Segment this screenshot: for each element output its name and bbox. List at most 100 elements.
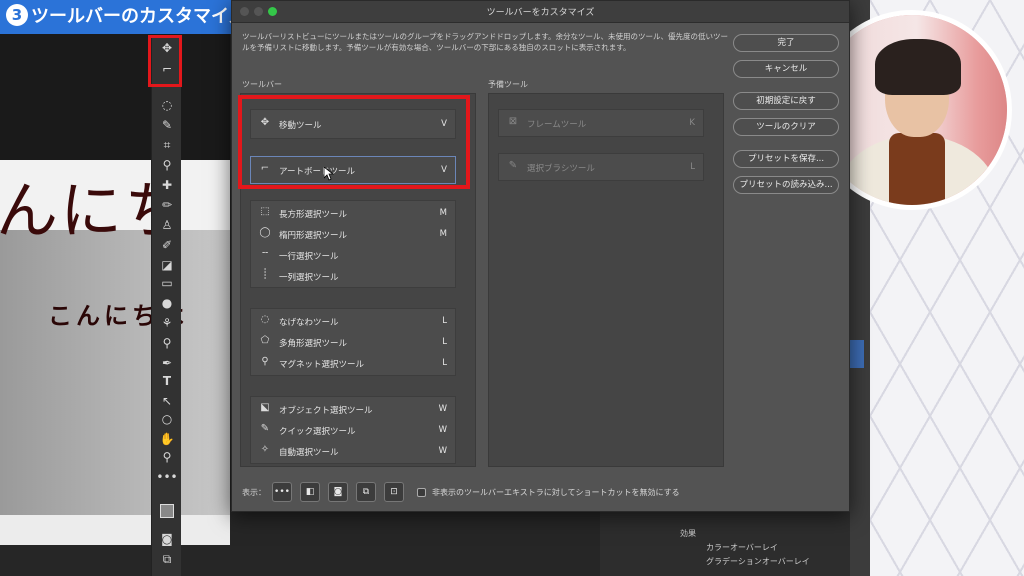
title-step-number: 3 — [6, 4, 28, 26]
load-preset-button[interactable]: プリセットの読み込み... — [733, 176, 839, 194]
tool-label: 選択ブラシツール — [527, 164, 595, 174]
dodge-tool-icon[interactable]: ⚘ — [152, 314, 182, 332]
tool-label: 長方形選択ツール — [279, 210, 348, 220]
lasso-icon: ◌ — [260, 314, 270, 325]
restore-defaults-button[interactable]: 初期設定に戻す — [733, 92, 839, 110]
dialog-description: ツールバーリストビューにツールまたはツールのグループをドラッグアンドドロップしま… — [242, 32, 728, 52]
row-marquee-icon: ╌ — [261, 248, 269, 259]
gradient-tool-icon[interactable]: ▭ — [152, 274, 182, 292]
shape-tool-icon[interactable]: ○ — [152, 410, 182, 428]
rect-marquee-icon: ⬚ — [260, 206, 270, 217]
dialog-titlebar[interactable]: ツールバーをカスタマイズ — [232, 1, 849, 23]
lasso-tool-icon[interactable]: ◌ — [152, 96, 182, 114]
video-title-text: ツールバーのカスタマイズ — [31, 6, 247, 27]
tool-label: フレームツール — [527, 120, 587, 130]
tool-group[interactable]: ⬕ オブジェクト選択ツール W ✎ クイック選択ツール W ✧ 自動選択ツール … — [250, 396, 456, 464]
tool-row[interactable]: ⊠ フレームツール K — [499, 113, 703, 134]
tool-row[interactable]: ✎ 選択ブラシツール L — [499, 157, 703, 178]
layer-color-overlay-label[interactable]: カラーオーバーレイ — [706, 542, 778, 553]
quick-select-tool-icon[interactable]: ✎ — [152, 116, 182, 134]
tool-label: 自動選択ツール — [279, 448, 339, 458]
tool-label: なげなわツール — [279, 318, 339, 328]
tool-label: オブジェクト選択ツール — [279, 406, 373, 416]
zoom-view-tool-icon[interactable]: ⚲ — [152, 448, 182, 466]
layer-gradient-overlay-label[interactable]: グラデーションオーバーレイ — [706, 556, 810, 567]
blur-tool-icon[interactable]: ● — [152, 294, 182, 312]
stamp-tool-icon[interactable]: ♙ — [152, 216, 182, 234]
canvas-bottom-band — [0, 515, 230, 545]
magic-wand-icon: ✧ — [260, 444, 270, 455]
tool-shortcut: W — [438, 425, 447, 435]
tool-row[interactable]: ◌ なげなわツール L — [251, 311, 455, 332]
toolbar-highlight-box — [148, 35, 182, 87]
layer-effects-label[interactable]: 効果 — [680, 528, 696, 539]
tool-shortcut: K — [689, 118, 695, 128]
panel-selected-indicator — [850, 340, 864, 368]
tool-row[interactable]: ┊ 一列選択ツール — [251, 266, 455, 287]
display-options-bar: 表示： ••• ◧ ◙ ⧉ ⊡ 非表示のツールバーエキストラに対してショートカッ… — [232, 477, 849, 507]
magnetic-lasso-icon: ⚲ — [261, 356, 269, 367]
pen-tool-icon[interactable]: ✒ — [152, 354, 182, 372]
zoom-tool-icon[interactable]: ⚲ — [152, 334, 182, 352]
tool-shortcut: L — [690, 162, 695, 172]
foreground-color-swatch[interactable] — [160, 504, 174, 518]
path-select-tool-icon[interactable]: ↖ — [152, 392, 182, 410]
reserve-tools-list[interactable]: ⊠ フレームツール K ✎ 選択ブラシツール L — [488, 93, 724, 467]
quick-mask-toggle-icon[interactable]: ◙ — [328, 482, 348, 502]
tool-label: マグネット選択ツール — [279, 360, 365, 370]
edit-toolbar-toggle-icon[interactable]: ⊡ — [384, 482, 404, 502]
tool-row[interactable]: ⬕ オブジェクト選択ツール W — [251, 399, 455, 420]
color-swatch-toggle-icon[interactable]: ◧ — [300, 482, 320, 502]
tool-label: 一行選択ツール — [279, 252, 339, 262]
hand-tool-icon[interactable]: ✋ — [152, 430, 182, 448]
tool-shortcut: L — [442, 337, 447, 347]
tool-row[interactable]: ◯ 楕円形選択ツール M — [251, 224, 455, 245]
polygon-lasso-icon: ⬠ — [260, 335, 270, 346]
tool-row[interactable]: ⬠ 多角形選択ツール L — [251, 332, 455, 353]
screen-mode-toggle-icon[interactable]: ⧉ — [356, 482, 376, 502]
tool-label: 一列選択ツール — [279, 273, 339, 283]
tool-shortcut: W — [438, 446, 447, 456]
save-preset-button[interactable]: プリセットを保存... — [733, 150, 839, 168]
dialog-title: ツールバーをカスタマイズ — [486, 8, 595, 18]
reserve-tool-group[interactable]: ✎ 選択ブラシツール L — [498, 153, 704, 181]
avatar-hair — [875, 39, 961, 95]
tool-shortcut: L — [442, 358, 447, 368]
tool-group[interactable]: ⬚ 長方形選択ツール M ◯ 楕円形選択ツール M ╌ 一行選択ツール ┊ 一列… — [250, 200, 456, 288]
tool-row[interactable]: ⚲ マグネット選択ツール L — [251, 353, 455, 374]
history-brush-icon[interactable]: ✐ — [152, 236, 182, 254]
more-tools-icon[interactable]: ••• — [152, 468, 182, 486]
eyedropper-tool-icon[interactable]: ⚲ — [152, 156, 182, 174]
quick-mask-icon[interactable]: ◙ — [152, 530, 182, 548]
display-label: 表示： — [242, 488, 266, 497]
tool-row[interactable]: ╌ 一行選択ツール — [251, 245, 455, 266]
clear-tools-button[interactable]: ツールのクリア — [733, 118, 839, 136]
avatar-sweater — [889, 133, 945, 205]
select-brush-icon: ✎ — [508, 160, 518, 171]
extra-tools-icon[interactable]: ••• — [272, 482, 292, 502]
disable-shortcuts-label: 非表示のツールバーエキストラに対してショートカットを無効にする — [432, 488, 680, 497]
video-title-banner: 3 ツールバーのカスタマイズ — [0, 0, 248, 34]
done-button[interactable]: 完了 — [733, 34, 839, 52]
crop-tool-icon[interactable]: ⌗ — [152, 136, 182, 154]
tool-shortcut: L — [442, 316, 447, 326]
tool-row[interactable]: ✎ クイック選択ツール W — [251, 420, 455, 441]
reserve-section-label: 予備ツール — [488, 80, 528, 89]
ellipse-marquee-icon: ◯ — [259, 227, 271, 238]
brush-tool-icon[interactable]: ✏ — [152, 196, 182, 214]
tool-shortcut: M — [439, 229, 447, 239]
document-canvas[interactable]: んにち こんにちは — [0, 30, 230, 545]
canvas-gray-band — [0, 230, 230, 515]
screen-mode-icon[interactable]: ⧉ — [152, 550, 182, 568]
healing-tool-icon[interactable]: ✚ — [152, 176, 182, 194]
cancel-button[interactable]: キャンセル — [733, 60, 839, 78]
tool-label: クイック選択ツール — [279, 427, 356, 437]
reserve-tool-group[interactable]: ⊠ フレームツール K — [498, 109, 704, 137]
tool-group[interactable]: ◌ なげなわツール L ⬠ 多角形選択ツール L ⚲ マグネット選択ツール L — [250, 308, 456, 376]
tool-row[interactable]: ⬚ 長方形選択ツール M — [251, 203, 455, 224]
eraser-tool-icon[interactable]: ◪ — [152, 256, 182, 274]
customize-toolbar-dialog: ツールバーをカスタマイズ ツールバーリストビューにツールまたはツールのグループを… — [231, 0, 850, 512]
type-tool-icon[interactable]: T — [152, 372, 182, 390]
tool-row[interactable]: ✧ 自動選択ツール W — [251, 441, 455, 462]
disable-shortcuts-checkbox[interactable] — [417, 488, 426, 497]
